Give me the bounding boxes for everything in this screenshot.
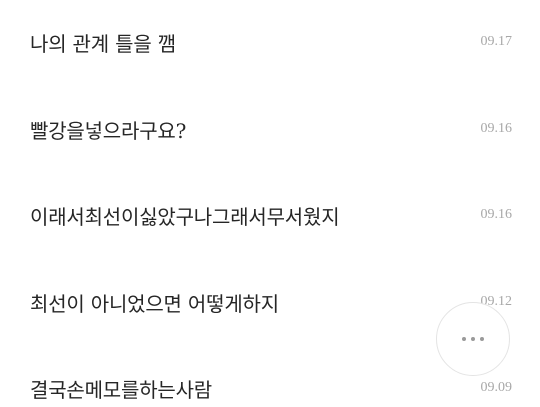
note-title: 이래서최선이싫았구나그래서무서웠지	[30, 204, 340, 229]
note-title: 결국손메모를하는사람	[30, 377, 212, 402]
note-item[interactable]: 빨강을넣으라구요? 09.16	[0, 99, 540, 159]
note-item[interactable]: 나의 관계 틀을 깸 09.17	[0, 12, 540, 72]
note-date: 09.16	[480, 121, 513, 136]
more-horizontal-icon	[462, 337, 484, 341]
note-title: 나의 관계 틀을 깸	[30, 31, 176, 56]
note-date: 09.09	[480, 380, 513, 395]
note-date: 09.16	[480, 207, 513, 222]
more-options-button[interactable]	[436, 302, 510, 376]
note-title: 최선이 아니었으면 어떻게하지	[30, 291, 279, 316]
note-list: 나의 관계 틀을 깸 09.17 빨강을넣으라구요? 09.16 이래서최선이싫…	[0, 0, 540, 407]
note-title: 빨강을넣으라구요?	[30, 118, 187, 143]
note-date: 09.17	[480, 34, 513, 49]
note-item[interactable]: 이래서최선이싫았구나그래서무서웠지 09.16	[0, 185, 540, 245]
